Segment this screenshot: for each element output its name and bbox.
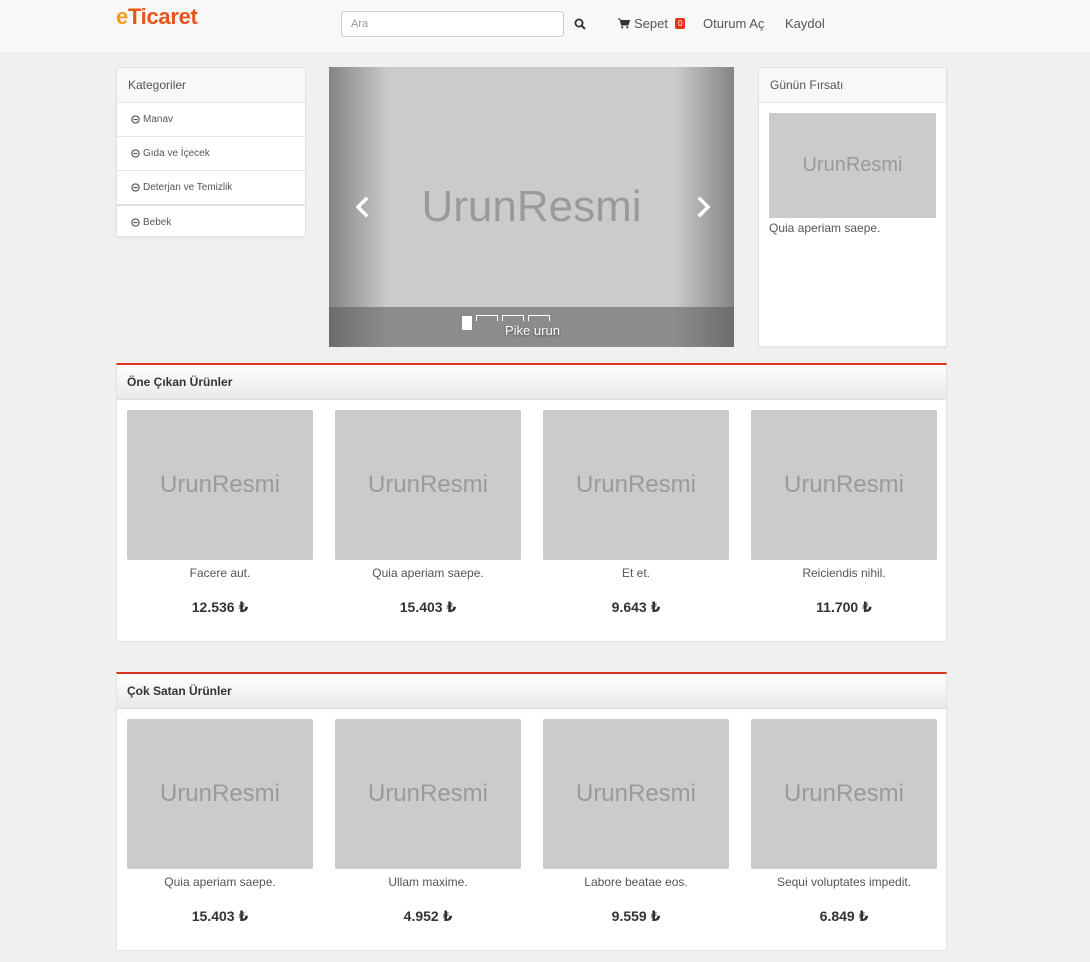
product-name[interactable]: Ullam maxime. (335, 875, 521, 891)
cart-label: Sepet (634, 16, 668, 31)
product-image[interactable]: UrunResmi (127, 410, 313, 560)
product-name[interactable]: Reiciendis nihil. (751, 566, 937, 582)
product-price: 15.403 ₺ (399, 599, 457, 615)
login-link[interactable]: Oturum Aç (703, 16, 764, 31)
navbar: eTicaret Sepet 0 Oturum Aç Kaydol (0, 0, 1090, 52)
search-input[interactable] (341, 11, 564, 37)
product-price: 4.952 ₺ (403, 908, 453, 924)
category-item-bebek[interactable]: Bebek (117, 205, 305, 239)
category-label: Gıda ve İçecek (143, 148, 210, 159)
brand-logo[interactable]: eTicaret (116, 4, 198, 30)
category-item-manav[interactable]: Manav (117, 103, 305, 137)
carousel-indicator-4[interactable] (528, 315, 550, 322)
chevron-left-icon[interactable] (351, 195, 375, 219)
carousel-indicator-2[interactable] (476, 315, 498, 322)
product-price: 9.643 ₺ (611, 599, 661, 615)
deal-product-name[interactable]: Quia aperiam saepe. (769, 221, 880, 235)
product-price: 6.849 ₺ (819, 908, 869, 924)
carousel-caption: Pike urun (505, 323, 560, 338)
cart-link[interactable]: Sepet 0 (618, 16, 686, 31)
search-icon (574, 18, 586, 30)
search-button[interactable] (566, 11, 594, 37)
bestsellers-section: Çok Satan Ürünler UrunResmi Quia aperiam… (116, 672, 947, 951)
product-price: 11.700 ₺ (816, 599, 872, 615)
product-card[interactable]: UrunResmi Ullam maxime. 4.952 ₺ (335, 719, 521, 925)
logo-letter-e: e (116, 4, 128, 29)
circle-minus-icon (131, 218, 140, 227)
circle-minus-icon (131, 183, 140, 192)
category-item-deterjan[interactable]: Deterjan ve Temizlik (117, 171, 305, 205)
category-label: Bebek (143, 217, 172, 228)
product-card[interactable]: UrunResmi Et et. 9.643 ₺ (543, 410, 729, 616)
product-image[interactable]: UrunResmi (751, 719, 937, 869)
circle-minus-icon (131, 149, 140, 158)
featured-products-section: Öne Çıkan Ürünler UrunResmi Facere aut. … (116, 363, 947, 642)
product-name[interactable]: Sequi voluptates impedit. (751, 875, 937, 891)
carousel-indicator-1[interactable] (462, 316, 472, 330)
product-card[interactable]: UrunResmi Reiciendis nihil. 11.700 ₺ (751, 410, 937, 616)
cart-count-badge: 0 (674, 18, 686, 29)
product-card[interactable]: UrunResmi Facere aut. 12.536 ₺ (127, 410, 313, 616)
product-name[interactable]: Labore beatae eos. (543, 875, 729, 891)
product-image[interactable]: UrunResmi (751, 410, 937, 560)
section-title: Öne Çıkan Ürünler (117, 365, 946, 400)
product-price: 15.403 ₺ (191, 908, 249, 924)
product-price: 12.536 ₺ (191, 599, 249, 615)
product-image[interactable]: UrunResmi (543, 410, 729, 560)
product-image[interactable]: UrunResmi (127, 719, 313, 869)
product-name[interactable]: Quia aperiam saepe. (127, 875, 313, 891)
shopping-cart-icon (618, 18, 630, 29)
chevron-right-icon[interactable] (691, 195, 715, 219)
category-label: Deterjan ve Temizlik (143, 182, 233, 193)
carousel-indicator-3[interactable] (502, 315, 524, 322)
section-title: Çok Satan Ürünler (117, 674, 946, 709)
product-price: 9.559 ₺ (611, 908, 661, 924)
register-link[interactable]: Kaydol (785, 16, 825, 31)
product-name[interactable]: Quia aperiam saepe. (335, 566, 521, 582)
product-card[interactable]: UrunResmi Sequi voluptates impedit. 6.84… (751, 719, 937, 925)
deal-title: Günün Fırsatı (759, 68, 946, 103)
product-name[interactable]: Facere aut. (127, 566, 313, 582)
category-item-gida[interactable]: Gıda ve İçecek (117, 137, 305, 171)
logo-text: Ticaret (127, 4, 198, 29)
product-card[interactable]: UrunResmi Quia aperiam saepe. 15.403 ₺ (335, 410, 521, 616)
categories-title: Kategoriler (117, 68, 305, 103)
product-image[interactable]: UrunResmi (335, 410, 521, 560)
deal-of-the-day-panel: Günün Fırsatı UrunResmi Quia aperiam sae… (758, 67, 947, 347)
product-card[interactable]: UrunResmi Labore beatae eos. 9.559 ₺ (543, 719, 729, 925)
circle-minus-icon (131, 115, 140, 124)
product-image[interactable]: UrunResmi (543, 719, 729, 869)
category-label: Manav (143, 114, 174, 125)
deal-product-image[interactable]: UrunResmi (769, 113, 936, 218)
product-carousel[interactable]: UrunResmi Pike urun (329, 67, 734, 347)
product-name[interactable]: Et et. (543, 566, 729, 582)
product-image[interactable]: UrunResmi (335, 719, 521, 869)
categories-panel: Kategoriler Manav Gıda ve İçecek Deterja… (116, 67, 306, 237)
product-card[interactable]: UrunResmi Quia aperiam saepe. 15.403 ₺ (127, 719, 313, 925)
